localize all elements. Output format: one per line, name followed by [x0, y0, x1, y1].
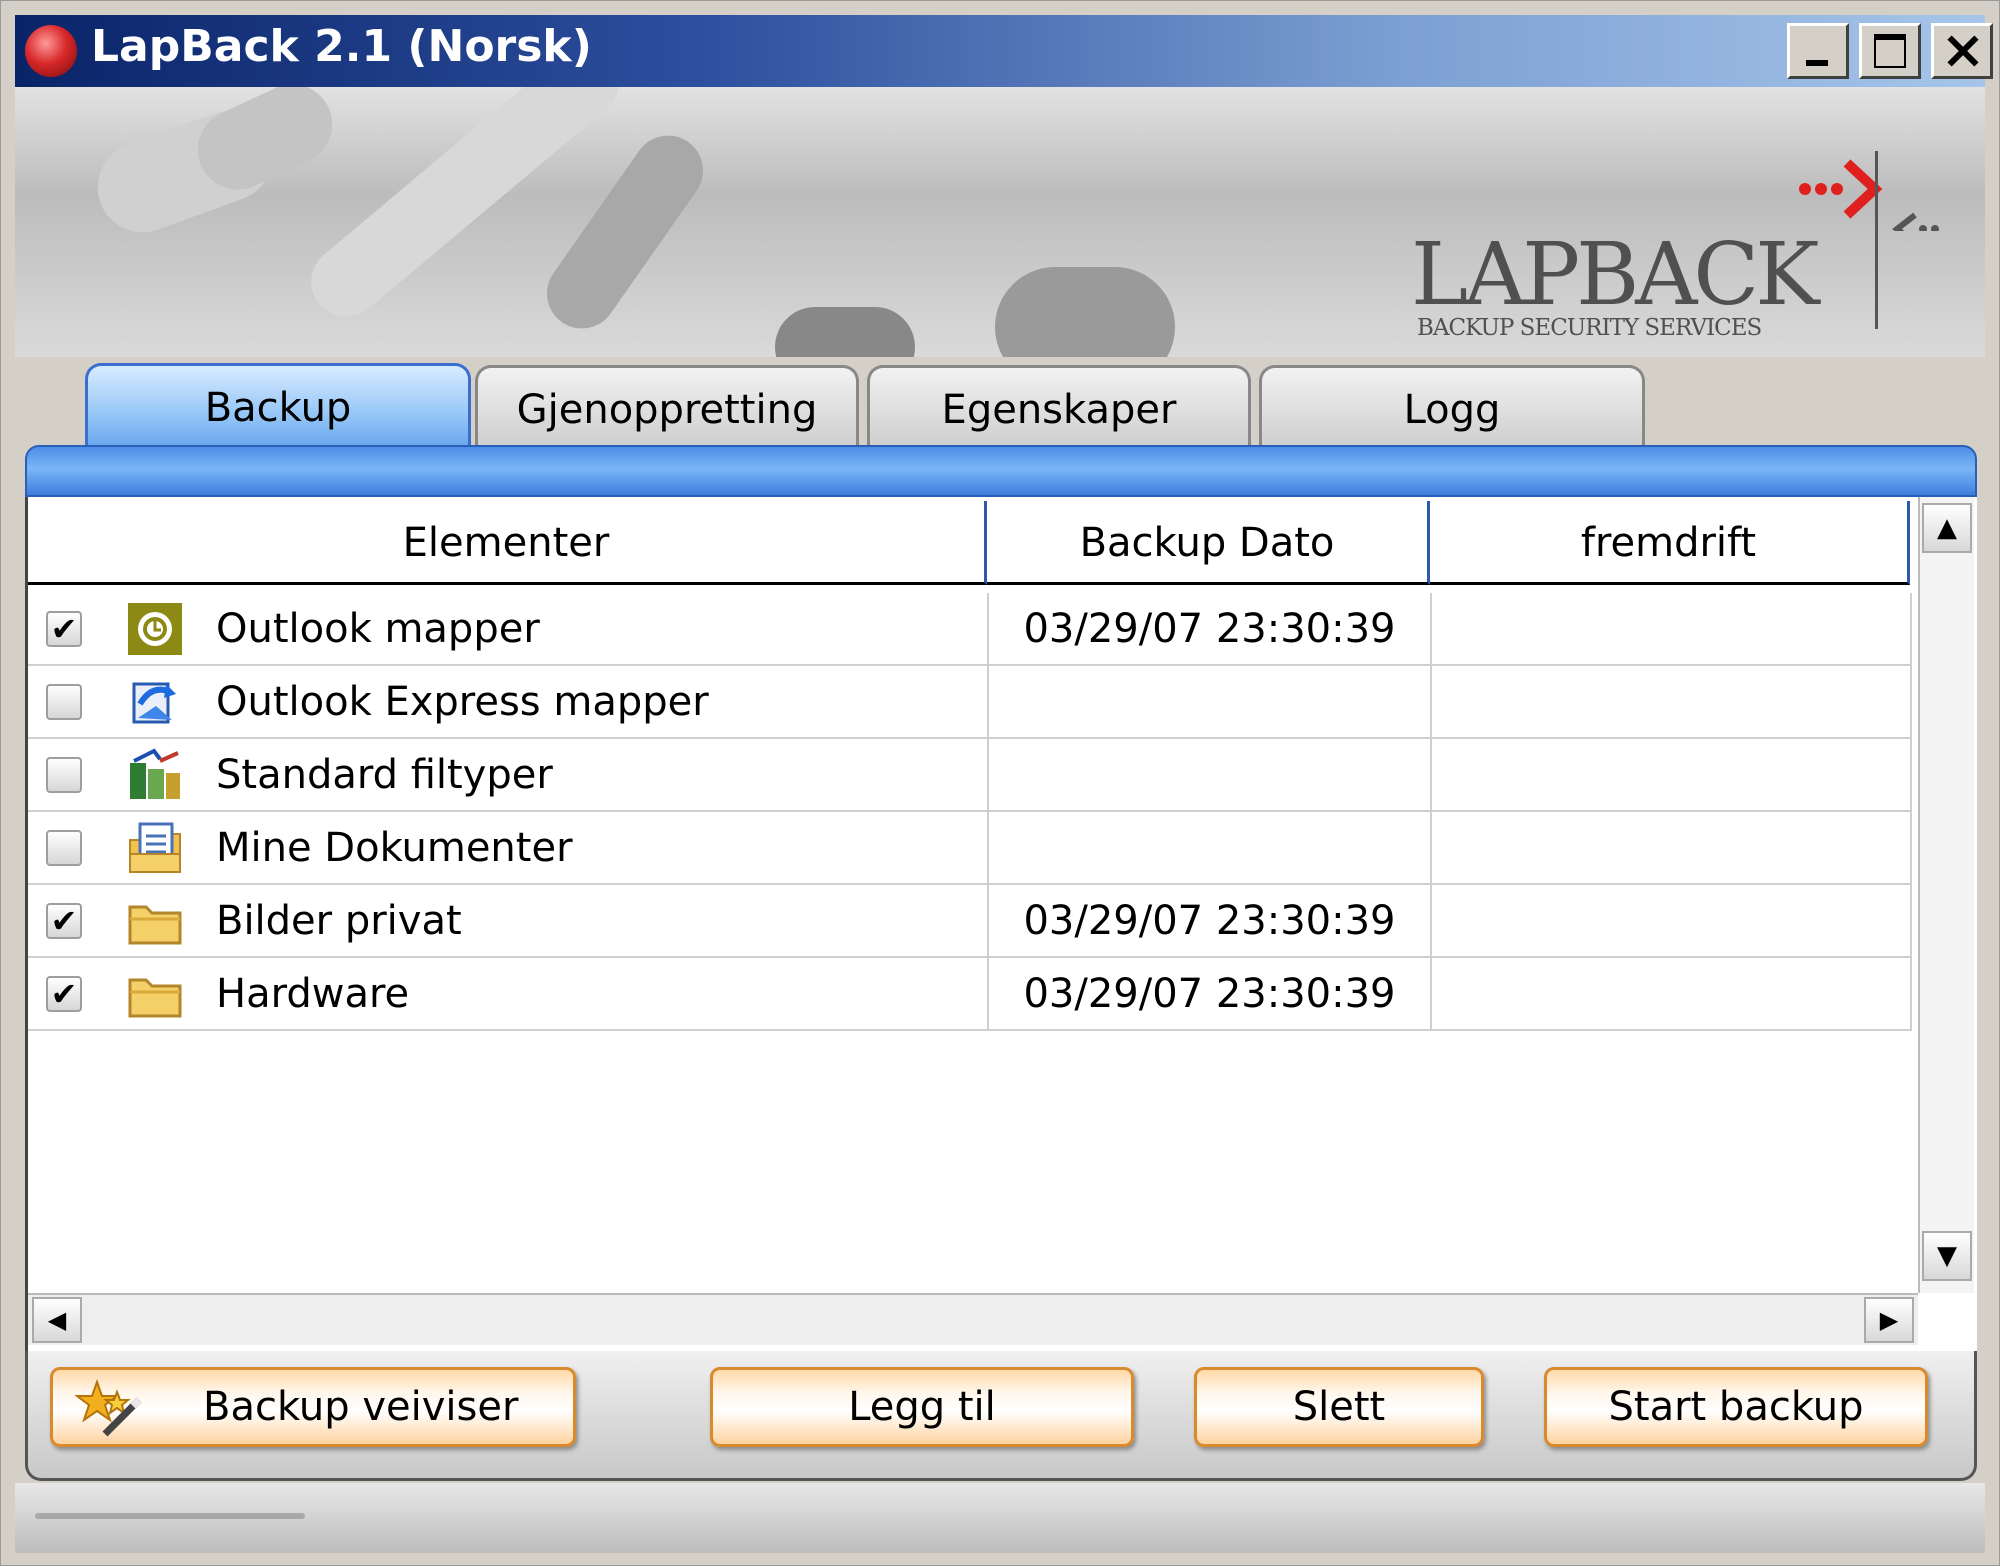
banner-decoration	[995, 267, 1175, 357]
horizontal-scrollbar[interactable]: ◀ ▶	[28, 1293, 1918, 1345]
backup-items-list: Elementer Backup Dato fremdrift ✔ Outloo…	[25, 497, 1977, 1351]
backup-date: 03/29/07 23:30:39	[1023, 971, 1396, 1017]
item-checkbox[interactable]: ✔	[46, 611, 82, 647]
item-name: Bilder privat	[216, 898, 462, 944]
vertical-scrollbar[interactable]: ▲ ▼	[1918, 497, 1974, 1293]
table-cell	[989, 739, 1432, 812]
documents-icon	[129, 822, 181, 873]
scroll-down-button[interactable]: ▼	[1922, 1231, 1972, 1281]
header-banner: LAPBACK BACKUP SECURITY SERVICES	[15, 87, 1985, 357]
item-checkbox[interactable]	[46, 757, 82, 793]
status-indicator	[35, 1513, 305, 1519]
outlook-icon	[128, 603, 182, 655]
column-header-backup-dato[interactable]: Backup Dato	[987, 501, 1430, 585]
progress-cell	[1432, 593, 1912, 666]
item-checkbox[interactable]: ✔	[46, 976, 82, 1012]
logo-wordmark: LAPBACK	[1411, 225, 1819, 325]
item-name: Outlook mapper	[216, 606, 540, 652]
tab-gjenoppretting[interactable]: Gjenoppretting	[475, 365, 859, 449]
column-header-row: Elementer Backup Dato fremdrift	[28, 501, 1910, 585]
item-checkbox[interactable]	[46, 830, 82, 866]
table-row[interactable]: Outlook Express mapper	[28, 666, 1912, 739]
column-header-fremdrift[interactable]: fremdrift	[1430, 501, 1910, 585]
app-icon[interactable]	[25, 25, 77, 77]
table-cell: ✔ Bilder privat	[28, 885, 989, 958]
tab-strip	[25, 445, 1977, 497]
table-row[interactable]: ✔ Outlook mapper 03/29/07 23:30:39	[28, 593, 1912, 666]
scroll-left-button[interactable]: ◀	[32, 1297, 82, 1343]
title-bar[interactable]: LapBack 2.1 (Norsk)	[15, 15, 1993, 87]
table-cell	[989, 666, 1432, 739]
delete-button[interactable]: Slett	[1194, 1367, 1484, 1447]
window-title: LapBack 2.1 (Norsk)	[91, 21, 592, 72]
table-row[interactable]: Standard filtyper	[28, 739, 1912, 812]
item-checkbox[interactable]: ✔	[46, 903, 82, 939]
progress-cell	[1432, 812, 1912, 885]
logo-tagline: BACKUP SECURITY SERVICES	[1417, 315, 1762, 341]
file-types-icon	[130, 748, 180, 799]
folder-icon	[128, 978, 182, 1018]
banner-decoration	[533, 121, 717, 343]
table-cell: Standard filtyper	[28, 739, 989, 812]
progress-cell	[1432, 885, 1912, 958]
table-row[interactable]: Mine Dokumenter	[28, 812, 1912, 885]
scroll-right-button[interactable]: ▶	[1864, 1297, 1914, 1343]
tab-logg[interactable]: Logg	[1259, 365, 1645, 449]
table-cell: 03/29/07 23:30:39	[989, 885, 1432, 958]
logo-arrows-icon	[1799, 159, 1939, 231]
button-label: Backup veiviser	[203, 1384, 519, 1430]
item-name: Standard filtyper	[216, 752, 553, 798]
start-backup-button[interactable]: Start backup	[1544, 1367, 1928, 1447]
table-cell: Outlook Express mapper	[28, 666, 989, 739]
backup-wizard-button[interactable]: Backup veiviser	[50, 1367, 576, 1447]
tab-backup[interactable]: Backup	[85, 363, 471, 455]
folder-icon	[128, 905, 182, 945]
logo-divider	[1875, 151, 1878, 329]
item-name: Outlook Express mapper	[216, 679, 709, 725]
banner-decoration	[775, 307, 915, 357]
table-row[interactable]: ✔ Bilder privat 03/29/07 23:30:39	[28, 885, 1912, 958]
progress-cell	[1432, 958, 1912, 1031]
status-bar	[15, 1483, 1985, 1553]
table-cell: 03/29/07 23:30:39	[989, 593, 1432, 666]
progress-cell	[1432, 666, 1912, 739]
action-bar: Backup veiviser Legg til Slett Start bac…	[25, 1351, 1977, 1481]
backup-date: 03/29/07 23:30:39	[1023, 898, 1396, 944]
item-checkbox[interactable]	[46, 684, 82, 720]
item-name: Hardware	[216, 971, 410, 1017]
table-cell: Mine Dokumenter	[28, 812, 989, 885]
outlook-express-icon	[132, 682, 176, 724]
scroll-up-button[interactable]: ▲	[1922, 503, 1972, 553]
close-button[interactable]	[1931, 23, 1993, 79]
wizard-wand-icon	[75, 1379, 142, 1437]
add-button[interactable]: Legg til	[710, 1367, 1134, 1447]
minimize-button[interactable]	[1787, 23, 1849, 79]
table-row[interactable]: ✔ Hardware 03/29/07 23:30:39	[28, 958, 1912, 1031]
item-name: Mine Dokumenter	[216, 825, 573, 871]
column-header-elementer[interactable]: Elementer	[28, 501, 987, 585]
app-window: LapBack 2.1 (Norsk) LAPBACK BACKUP SECUR…	[0, 0, 2000, 1566]
tab-egenskaper[interactable]: Egenskaper	[867, 365, 1251, 449]
table-cell: ✔ Hardware	[28, 958, 989, 1031]
maximize-button[interactable]	[1859, 23, 1921, 79]
progress-cell	[1432, 739, 1912, 812]
table-cell: 03/29/07 23:30:39	[989, 958, 1432, 1031]
table-cell: ✔ Outlook mapper	[28, 593, 989, 666]
backup-date: 03/29/07 23:30:39	[1023, 606, 1396, 652]
table-cell	[989, 812, 1432, 885]
